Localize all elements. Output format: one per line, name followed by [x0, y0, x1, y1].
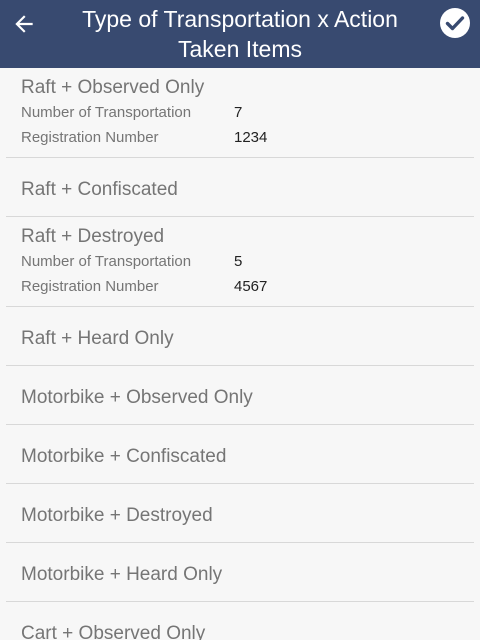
- list-item[interactable]: Raft + Destroyed Number of Transportatio…: [6, 217, 474, 307]
- page-title-line2: Taken Items: [178, 36, 302, 62]
- list-item[interactable]: Raft + Heard Only: [6, 307, 474, 366]
- page-title-line1: Type of Transportation x Action: [82, 6, 398, 32]
- list-item[interactable]: Raft + Observed Only Number of Transport…: [6, 68, 474, 158]
- item-title: Raft + Heard Only: [21, 328, 174, 349]
- detail-label: Number of Transportation: [21, 253, 192, 270]
- detail-value: 7: [234, 104, 243, 121]
- confirm-button[interactable]: [438, 6, 472, 40]
- list-item[interactable]: Motorbike + Destroyed: [6, 484, 474, 543]
- items-list: Raft + Observed Only Number of Transport…: [6, 68, 474, 640]
- list-item[interactable]: Motorbike + Observed Only: [6, 366, 474, 425]
- detail-row: Number of Transportation 7: [21, 100, 474, 125]
- detail-row: Number of Transportation 5: [21, 249, 474, 274]
- detail-value: 4567: [234, 278, 268, 295]
- item-title: Cart + Observed Only: [21, 623, 206, 640]
- item-title: Motorbike + Heard Only: [21, 564, 223, 585]
- list-item[interactable]: Motorbike + Heard Only: [6, 543, 474, 602]
- list-item[interactable]: Cart + Observed Only: [6, 602, 474, 640]
- detail-label: Registration Number: [21, 129, 159, 146]
- back-button[interactable]: [6, 6, 42, 42]
- item-title: Raft + Destroyed: [21, 226, 165, 247]
- item-title: Raft + Observed Only: [21, 77, 205, 98]
- app-header: Type of Transportation x Action Taken It…: [0, 0, 480, 68]
- detail-label: Number of Transportation: [21, 104, 192, 121]
- item-title: Raft + Confiscated: [21, 179, 178, 200]
- item-title: Motorbike + Observed Only: [21, 387, 253, 408]
- arrow-left-icon: [15, 15, 33, 33]
- app-screen: Type of Transportation x Action Taken It…: [0, 0, 480, 640]
- detail-label: Registration Number: [21, 278, 159, 295]
- page-title: Type of Transportation x Action Taken It…: [56, 4, 424, 64]
- list-item[interactable]: Motorbike + Confiscated: [6, 425, 474, 484]
- list-item[interactable]: Raft + Confiscated: [6, 158, 474, 217]
- item-title: Motorbike + Confiscated: [21, 446, 227, 467]
- item-title: Motorbike + Destroyed: [21, 505, 213, 526]
- check-circle-icon: [440, 8, 470, 38]
- detail-row: Registration Number 4567: [21, 274, 474, 299]
- detail-value: 1234: [234, 129, 268, 146]
- detail-value: 5: [234, 253, 243, 270]
- detail-row: Registration Number 1234: [21, 125, 474, 150]
